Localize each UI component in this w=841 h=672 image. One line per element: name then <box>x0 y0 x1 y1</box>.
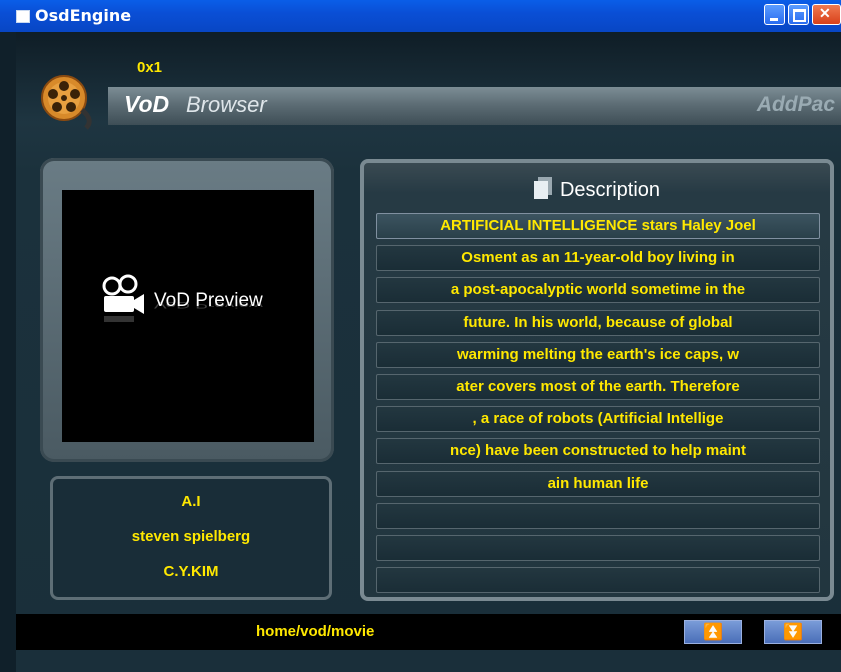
movie-director: steven spielberg <box>131 528 251 545</box>
film-reel-icon <box>41 75 92 130</box>
description-line[interactable]: nce) have been constructed to help maint <box>376 438 820 464</box>
window-app-icon <box>16 10 30 23</box>
description-line[interactable]: a post-apocalyptic world sometime in the <box>376 277 820 303</box>
description-line[interactable]: future. In his world, because of global <box>376 310 820 336</box>
header-banner: VoD Browser AddPac <box>108 87 841 125</box>
window-titlebar: OsdEngine <box>0 0 841 32</box>
app-area: 0x1 VoD Browser AddPac VoD Preview VoD P… <box>16 32 841 672</box>
description-line[interactable]: ain human life <box>376 471 820 497</box>
description-line[interactable] <box>376 567 820 593</box>
description-line[interactable]: ater covers most of the earth. Therefore <box>376 374 820 400</box>
preview-label-reflection: VoD Preview <box>154 299 263 311</box>
movie-info-panel: A.I steven spielberg C.Y.KIM <box>50 476 332 600</box>
description-line[interactable]: warming melting the earth's ice caps, w <box>376 342 820 368</box>
video-camera-icon <box>102 274 144 322</box>
preview-panel: VoD Preview VoD Preview <box>40 158 334 462</box>
current-path: home/vod/movie <box>256 623 375 640</box>
maximize-button[interactable] <box>788 4 809 25</box>
brand-logo: AddPac <box>756 93 835 116</box>
app-name-rest: Browser <box>186 92 267 117</box>
page-up-button[interactable]: ⏫ <box>684 620 742 644</box>
minimize-button[interactable] <box>764 4 785 25</box>
description-line[interactable] <box>376 503 820 529</box>
description-panel: Description ARTIFICIAL INTELLIGENCE star… <box>360 159 834 601</box>
page-down-button[interactable]: ⏬ <box>764 620 822 644</box>
window-title: OsdEngine <box>35 6 132 25</box>
close-button[interactable] <box>812 4 841 25</box>
status-bar: home/vod/movie ⏫ ⏬ <box>16 614 841 650</box>
description-line[interactable]: ARTIFICIAL INTELLIGENCE stars Haley Joel <box>376 213 820 239</box>
preview-screen[interactable]: VoD Preview VoD Preview <box>62 190 314 442</box>
movie-title: A.I <box>181 493 201 510</box>
page-counter: 0x1 <box>137 59 163 76</box>
movie-author: C.Y.KIM <box>163 563 219 580</box>
description-title: Description <box>559 179 661 201</box>
description-line[interactable]: Osment as an 11-year-old boy living in <box>376 245 820 271</box>
double-chevron-down-icon: ⏬ <box>783 624 803 641</box>
description-header: Description <box>364 177 830 202</box>
description-line[interactable] <box>376 535 820 561</box>
document-icon <box>533 177 552 199</box>
double-chevron-up-icon: ⏫ <box>703 624 723 641</box>
description-line[interactable]: , a race of robots (Artificial Intellige <box>376 406 820 432</box>
app-name-bold: VoD <box>124 91 170 117</box>
